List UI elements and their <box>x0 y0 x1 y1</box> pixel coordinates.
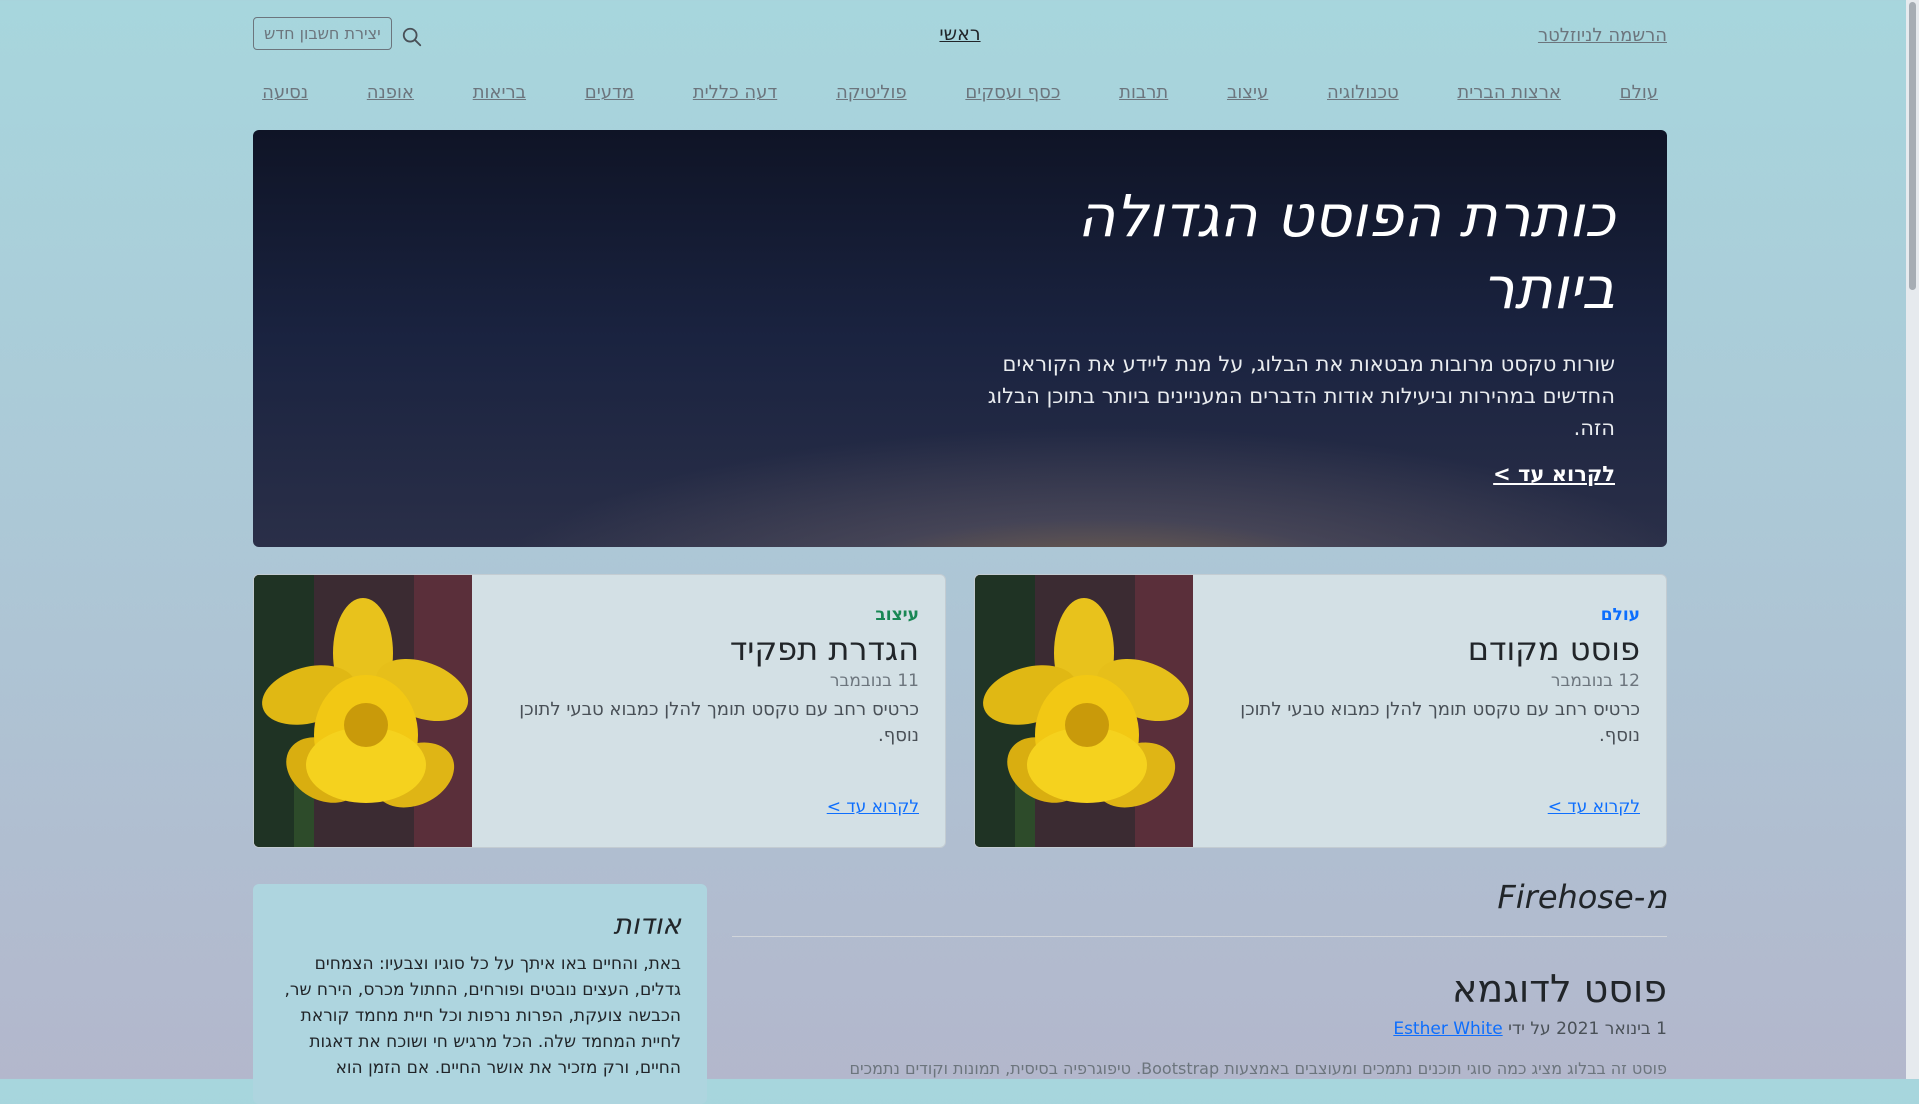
firehose-section: מ-Firehose פוסט לדוגמא 1 בינואר 2021 על … <box>732 878 1667 1078</box>
nav-item-politics[interactable]: פוליטיקה <box>836 82 907 110</box>
card-text: כרטיס רחב עם טקסט תומך להלן כמבוא טבעי ל… <box>519 699 919 746</box>
daffodil-image <box>254 575 472 847</box>
hero-content: כותרת הפוסט הגדולה ביותר שורות טקסט מרוב… <box>975 180 1615 486</box>
nav-item-us[interactable]: ארצות הברית <box>1457 82 1561 110</box>
about-title: אודות <box>613 908 681 941</box>
card-read-more-link[interactable]: לקרוא עד > <box>1548 797 1640 817</box>
site-header: הרשמה לניוזלטר ראשי יצירת חשבון חדש <box>253 0 1667 70</box>
nav-item-science[interactable]: מדעים <box>585 82 634 110</box>
nav-item-travel[interactable]: נסיעה <box>262 82 308 110</box>
card-body: עיצוב הגדרת תפקיד 11 בנובמבר כרטיס רחב ע… <box>499 605 919 749</box>
nav-item-fashion[interactable]: אופנה <box>367 82 414 110</box>
hero-read-more-link[interactable]: לקרוא עד > <box>1493 462 1615 486</box>
page-scrollbar[interactable] <box>1906 0 1919 1079</box>
nav-item-technology[interactable]: טכנולוגיה <box>1327 82 1399 110</box>
hero-banner: כותרת הפוסט הגדולה ביותר שורות טקסט מרוב… <box>253 130 1667 547</box>
signup-button[interactable]: יצירת חשבון חדש <box>253 17 392 50</box>
about-box: אודות באת, והחיים באו איתך על כל סוגיו ו… <box>253 884 707 1104</box>
nav-item-business[interactable]: כסף ועסקים <box>965 82 1060 110</box>
post-snippet: פוסט זה בבלוג מציג כמה סוגי תוכנים נתמכי… <box>849 1059 1667 1078</box>
card-category: עולם <box>1600 605 1640 625</box>
card-text: כרטיס רחב עם טקסט תומך להלן כמבוא טבעי ל… <box>1240 699 1640 746</box>
card-date: 11 בנובמבר <box>829 671 919 691</box>
card-date: 12 בנובמבר <box>1550 671 1640 691</box>
page-container: הרשמה לניוזלטר ראשי יצירת חשבון חדש עולם… <box>253 0 1667 1104</box>
hero-lead: שורות טקסט מרובות מבטאות את הבלוג, על מנ… <box>987 352 1615 440</box>
post-author-link[interactable]: Esther White <box>1393 1019 1502 1039</box>
card-title: פוסט מקודם <box>1467 630 1640 668</box>
card-body: עולם פוסט מקודם 12 בנובמבר כרטיס רחב עם … <box>1220 605 1640 749</box>
brand-link[interactable]: ראשי <box>939 23 980 45</box>
featured-card-design: עיצוב הגדרת תפקיד 11 בנובמבר כרטיס רחב ע… <box>253 574 946 848</box>
featured-card-world: עולם פוסט מקודם 12 בנובמבר כרטיס רחב עם … <box>974 574 1667 848</box>
nav-item-opinion[interactable]: דעה כללית <box>693 82 777 110</box>
post-meta: 1 בינואר 2021 על ידי Esther White <box>732 1019 1667 1039</box>
post-date: 1 בינואר 2021 על ידי <box>1508 1019 1667 1039</box>
card-read-more-link[interactable]: לקרוא עד > <box>827 797 919 817</box>
search-icon[interactable] <box>401 26 423 48</box>
newsletter-link[interactable]: הרשמה לניוזלטר <box>1538 25 1667 46</box>
nav-item-health[interactable]: בריאות <box>473 82 526 110</box>
nav-item-world[interactable]: עולם <box>1620 82 1658 110</box>
post-title: פוסט לדוגמא <box>1451 967 1667 1011</box>
daffodil-image <box>975 575 1193 847</box>
about-text: באת, והחיים באו איתך על כל סוגיו וצבעיו:… <box>284 954 681 1078</box>
category-nav: עולם ארצות הברית טכנולוגיה עיצוב תרבות כ… <box>253 82 1667 110</box>
nav-item-design[interactable]: עיצוב <box>1227 82 1268 110</box>
firehose-heading: מ-Firehose <box>732 878 1667 937</box>
scrollbar-thumb[interactable] <box>1909 2 1916 290</box>
card-title: הגדרת תפקיד <box>729 630 919 668</box>
hero-title: כותרת הפוסט הגדולה ביותר <box>1077 182 1615 322</box>
card-category: עיצוב <box>875 605 919 625</box>
nav-item-culture[interactable]: תרבות <box>1119 82 1168 110</box>
